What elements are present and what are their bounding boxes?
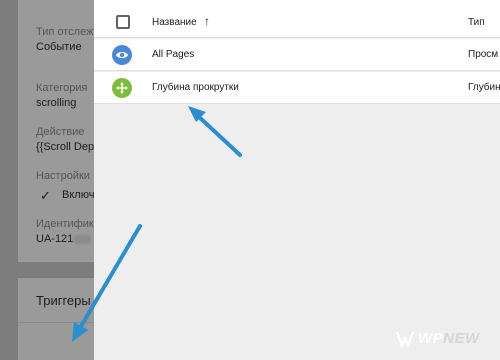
- field-action: Действие {{Scroll Dept: [36, 126, 97, 153]
- trigger-selector-panel: Название ↑ Тип All Pages Просм Глубина п…: [94, 0, 500, 360]
- watermark-text: WPNEW: [418, 330, 480, 347]
- field-tracking-id: Идентифика UA-121: [36, 218, 100, 245]
- wpnew-logo-icon: [395, 331, 415, 348]
- field-value: Событие: [36, 41, 82, 53]
- trigger-row-scroll-depth[interactable]: Глубина прокрутки Глубин: [94, 72, 500, 104]
- field-label: Тип отслеж: [36, 26, 94, 38]
- eye-icon: [112, 45, 132, 65]
- field-category: Категория scrolling: [36, 82, 87, 109]
- field-tracking-type: Тип отслеж Событие: [36, 26, 93, 53]
- triggers-title: Триггеры: [36, 293, 91, 308]
- watermark-main: WP: [418, 330, 444, 347]
- trigger-name: All Pages: [152, 49, 195, 60]
- setting-enabled-label: Включ: [62, 189, 95, 201]
- field-value: scrolling: [36, 97, 77, 109]
- trigger-name: Глубина прокрутки: [152, 82, 239, 93]
- check-icon: ✓: [40, 188, 51, 203]
- column-name-header[interactable]: Название: [152, 17, 197, 28]
- field-label: Категория: [36, 82, 88, 94]
- sort-ascending-icon[interactable]: ↑: [204, 14, 210, 28]
- select-all-checkbox[interactable]: [116, 15, 130, 29]
- trigger-type: Просм: [468, 49, 499, 60]
- field-settings: Настройки: [36, 170, 90, 182]
- column-type-header[interactable]: Тип: [468, 17, 485, 28]
- watermark-tail: NEW: [443, 330, 480, 347]
- scroll-move-icon: [112, 78, 132, 98]
- field-label: Действие: [36, 126, 85, 138]
- field-label: Идентифика: [36, 218, 101, 230]
- table-header: Название ↑ Тип: [94, 0, 500, 38]
- redacted-value: [73, 234, 92, 244]
- field-label: Настройки: [36, 170, 90, 182]
- field-value: {{Scroll Dept: [36, 141, 98, 153]
- trigger-row-all-pages[interactable]: All Pages Просм: [94, 39, 500, 71]
- trigger-type: Глубин: [468, 82, 500, 93]
- field-value: UA-121: [36, 233, 74, 245]
